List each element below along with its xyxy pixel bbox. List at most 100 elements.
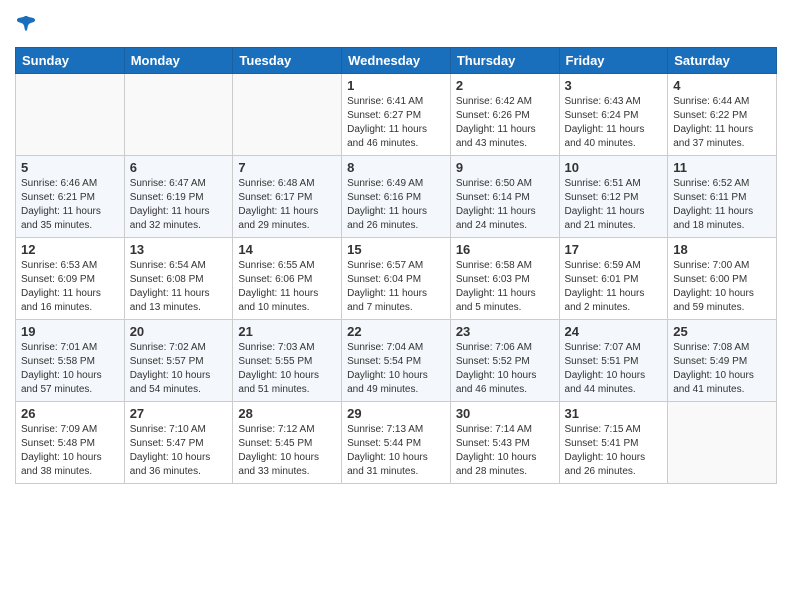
day-number: 6 xyxy=(130,160,228,175)
day-info: Sunrise: 7:00 AM Sunset: 6:00 PM Dayligh… xyxy=(673,259,771,315)
calendar-cell: 6 Sunrise: 6:47 AM Sunset: 6:19 PM Daylig… xyxy=(124,156,233,238)
day-info: Sunrise: 6:48 AM Sunset: 6:17 PM Dayligh… xyxy=(238,177,336,233)
day-number: 12 xyxy=(21,242,119,257)
day-number: 4 xyxy=(673,78,771,93)
logo-line1 xyxy=(15,14,37,39)
day-number: 17 xyxy=(565,242,663,257)
logo-bird-icon xyxy=(17,14,37,34)
calendar-cell: 1 Sunrise: 6:41 AM Sunset: 6:27 PM Daylig… xyxy=(342,74,451,156)
day-number: 27 xyxy=(130,406,228,421)
day-number: 7 xyxy=(238,160,336,175)
calendar-cell xyxy=(16,74,125,156)
day-info: Sunrise: 6:46 AM Sunset: 6:21 PM Dayligh… xyxy=(21,177,119,233)
calendar-cell: 5 Sunrise: 6:46 AM Sunset: 6:21 PM Daylig… xyxy=(16,156,125,238)
day-info: Sunrise: 6:47 AM Sunset: 6:19 PM Dayligh… xyxy=(130,177,228,233)
day-info: Sunrise: 7:01 AM Sunset: 5:58 PM Dayligh… xyxy=(21,341,119,397)
calendar-cell: 20 Sunrise: 7:02 AM Sunset: 5:57 PM Dayli… xyxy=(124,320,233,402)
calendar-cell: 18 Sunrise: 7:00 AM Sunset: 6:00 PM Dayli… xyxy=(668,238,777,320)
weekday-header-sunday: Sunday xyxy=(16,48,125,74)
calendar-cell: 4 Sunrise: 6:44 AM Sunset: 6:22 PM Daylig… xyxy=(668,74,777,156)
day-number: 1 xyxy=(347,78,445,93)
calendar-cell: 30Sunrise: 7:14 AM Sunset: 5:43 PM Dayli… xyxy=(450,402,559,484)
day-number: 15 xyxy=(347,242,445,257)
calendar-week-row: 12 Sunrise: 6:53 AM Sunset: 6:09 PM Dayli… xyxy=(16,238,777,320)
calendar-cell: 25 Sunrise: 7:08 AM Sunset: 5:49 PM Dayli… xyxy=(668,320,777,402)
calendar-cell: 10 Sunrise: 6:51 AM Sunset: 6:12 PM Dayli… xyxy=(559,156,668,238)
calendar-week-row: 1 Sunrise: 6:41 AM Sunset: 6:27 PM Daylig… xyxy=(16,74,777,156)
weekday-header-tuesday: Tuesday xyxy=(233,48,342,74)
calendar-cell: 31 Sunrise: 7:15 AM Sunset: 5:41 PM Dayli… xyxy=(559,402,668,484)
logo xyxy=(15,14,37,39)
calendar-cell: 21 Sunrise: 7:03 AM Sunset: 5:55 PM Dayli… xyxy=(233,320,342,402)
day-number: 22 xyxy=(347,324,445,339)
calendar-week-row: 5 Sunrise: 6:46 AM Sunset: 6:21 PM Daylig… xyxy=(16,156,777,238)
day-info: Sunrise: 6:53 AM Sunset: 6:09 PM Dayligh… xyxy=(21,259,119,315)
calendar-cell: 2Sunrise: 6:42 AM Sunset: 6:26 PM Daylig… xyxy=(450,74,559,156)
day-number: 10 xyxy=(565,160,663,175)
day-info: Sunrise: 7:10 AM Sunset: 5:47 PM Dayligh… xyxy=(130,423,228,479)
day-info: Sunrise: 7:12 AM Sunset: 5:45 PM Dayligh… xyxy=(238,423,336,479)
weekday-header-friday: Friday xyxy=(559,48,668,74)
calendar-cell xyxy=(124,74,233,156)
day-info: Sunrise: 7:04 AM Sunset: 5:54 PM Dayligh… xyxy=(347,341,445,397)
day-info: Sunrise: 6:41 AM Sunset: 6:27 PM Dayligh… xyxy=(347,95,445,151)
day-number: 18 xyxy=(673,242,771,257)
calendar-cell: 13Sunrise: 6:54 AM Sunset: 6:08 PM Dayli… xyxy=(124,238,233,320)
day-info: Sunrise: 7:03 AM Sunset: 5:55 PM Dayligh… xyxy=(238,341,336,397)
weekday-header-saturday: Saturday xyxy=(668,48,777,74)
day-info: Sunrise: 6:52 AM Sunset: 6:11 PM Dayligh… xyxy=(673,177,771,233)
day-info: Sunrise: 6:59 AM Sunset: 6:01 PM Dayligh… xyxy=(565,259,663,315)
day-number: 20 xyxy=(130,324,228,339)
day-number: 13 xyxy=(130,242,228,257)
weekday-header-monday: Monday xyxy=(124,48,233,74)
day-info: Sunrise: 7:15 AM Sunset: 5:41 PM Dayligh… xyxy=(565,423,663,479)
day-info: Sunrise: 6:51 AM Sunset: 6:12 PM Dayligh… xyxy=(565,177,663,233)
day-number: 24 xyxy=(565,324,663,339)
day-info: Sunrise: 7:09 AM Sunset: 5:48 PM Dayligh… xyxy=(21,423,119,479)
day-number: 25 xyxy=(673,324,771,339)
day-number: 14 xyxy=(238,242,336,257)
calendar-cell: 26 Sunrise: 7:09 AM Sunset: 5:48 PM Dayli… xyxy=(16,402,125,484)
weekday-header-wednesday: Wednesday xyxy=(342,48,451,74)
day-number: 9 xyxy=(456,160,554,175)
calendar-cell: 24 Sunrise: 7:07 AM Sunset: 5:51 PM Dayli… xyxy=(559,320,668,402)
day-number: 19 xyxy=(21,324,119,339)
day-number: 8 xyxy=(347,160,445,175)
calendar-cell: 17 Sunrise: 6:59 AM Sunset: 6:01 PM Dayli… xyxy=(559,238,668,320)
day-info: Sunrise: 6:55 AM Sunset: 6:06 PM Dayligh… xyxy=(238,259,336,315)
day-info: Sunrise: 7:06 AM Sunset: 5:52 PM Dayligh… xyxy=(456,341,554,397)
day-info: Sunrise: 6:44 AM Sunset: 6:22 PM Dayligh… xyxy=(673,95,771,151)
calendar-cell: 11 Sunrise: 6:52 AM Sunset: 6:11 PM Dayli… xyxy=(668,156,777,238)
calendar-cell: 28Sunrise: 7:12 AM Sunset: 5:45 PM Dayli… xyxy=(233,402,342,484)
calendar-cell xyxy=(668,402,777,484)
day-info: Sunrise: 6:57 AM Sunset: 6:04 PM Dayligh… xyxy=(347,259,445,315)
day-number: 5 xyxy=(21,160,119,175)
calendar-cell: 14 Sunrise: 6:55 AM Sunset: 6:06 PM Dayli… xyxy=(233,238,342,320)
day-info: Sunrise: 6:49 AM Sunset: 6:16 PM Dayligh… xyxy=(347,177,445,233)
day-number: 2 xyxy=(456,78,554,93)
day-number: 21 xyxy=(238,324,336,339)
day-info: Sunrise: 7:13 AM Sunset: 5:44 PM Dayligh… xyxy=(347,423,445,479)
calendar-cell: 23Sunrise: 7:06 AM Sunset: 5:52 PM Dayli… xyxy=(450,320,559,402)
day-info: Sunrise: 7:02 AM Sunset: 5:57 PM Dayligh… xyxy=(130,341,228,397)
calendar-cell: 22 Sunrise: 7:04 AM Sunset: 5:54 PM Dayli… xyxy=(342,320,451,402)
calendar-cell: 16Sunrise: 6:58 AM Sunset: 6:03 PM Dayli… xyxy=(450,238,559,320)
calendar-cell: 12 Sunrise: 6:53 AM Sunset: 6:09 PM Dayli… xyxy=(16,238,125,320)
day-info: Sunrise: 7:08 AM Sunset: 5:49 PM Dayligh… xyxy=(673,341,771,397)
day-number: 11 xyxy=(673,160,771,175)
calendar-cell: 27 Sunrise: 7:10 AM Sunset: 5:47 PM Dayli… xyxy=(124,402,233,484)
day-number: 16 xyxy=(456,242,554,257)
calendar-cell: 15 Sunrise: 6:57 AM Sunset: 6:04 PM Dayli… xyxy=(342,238,451,320)
calendar-cell: 29Sunrise: 7:13 AM Sunset: 5:44 PM Dayli… xyxy=(342,402,451,484)
day-number: 26 xyxy=(21,406,119,421)
calendar-week-row: 26 Sunrise: 7:09 AM Sunset: 5:48 PM Dayli… xyxy=(16,402,777,484)
day-info: Sunrise: 7:07 AM Sunset: 5:51 PM Dayligh… xyxy=(565,341,663,397)
day-number: 3 xyxy=(565,78,663,93)
calendar-cell: 8 Sunrise: 6:49 AM Sunset: 6:16 PM Daylig… xyxy=(342,156,451,238)
calendar-cell: 7 Sunrise: 6:48 AM Sunset: 6:17 PM Daylig… xyxy=(233,156,342,238)
day-number: 31 xyxy=(565,406,663,421)
day-info: Sunrise: 6:43 AM Sunset: 6:24 PM Dayligh… xyxy=(565,95,663,151)
calendar-cell: 19 Sunrise: 7:01 AM Sunset: 5:58 PM Dayli… xyxy=(16,320,125,402)
day-info: Sunrise: 7:14 AM Sunset: 5:43 PM Dayligh… xyxy=(456,423,554,479)
calendar-table: SundayMondayTuesdayWednesdayThursdayFrid… xyxy=(15,47,777,484)
